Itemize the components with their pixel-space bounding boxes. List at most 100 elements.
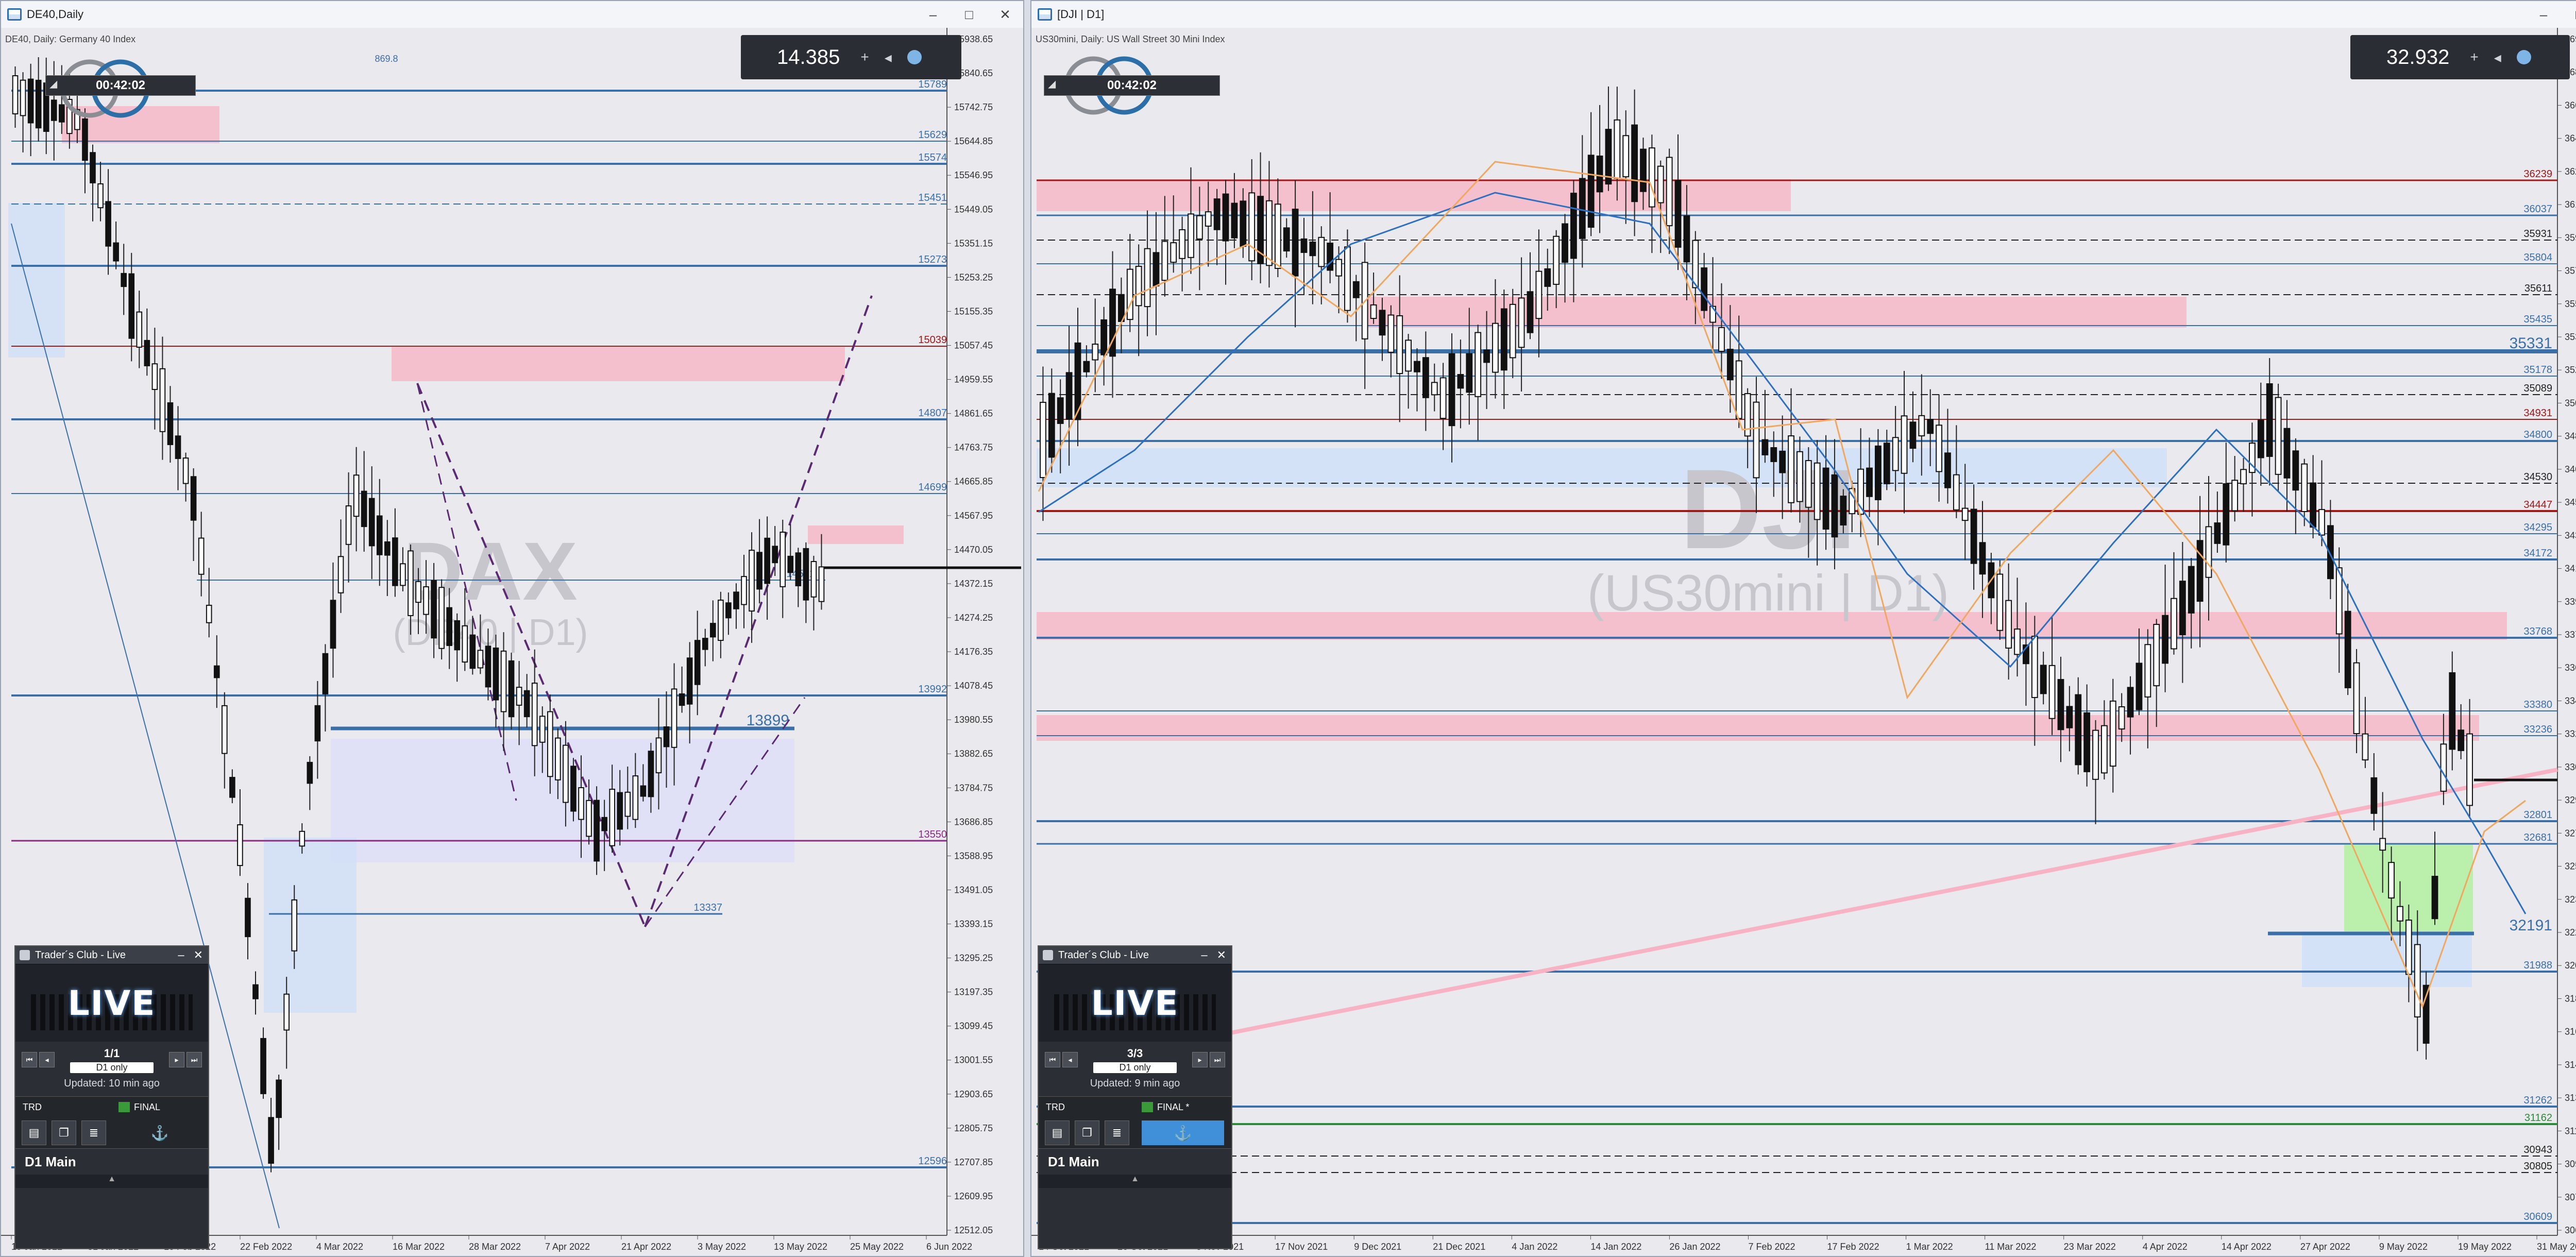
candle-body	[2057, 679, 2064, 731]
spread-plus-icon[interactable]: +	[860, 49, 869, 65]
level-label: 34800	[2523, 429, 2552, 440]
spread-toggle-icon[interactable]	[2516, 50, 2531, 64]
close-button[interactable]: ✕	[987, 1, 1023, 28]
minimize-button[interactable]: –	[2526, 1, 2562, 28]
candle-body	[648, 751, 654, 797]
panel-minimize-button[interactable]: –	[178, 948, 184, 962]
y-tick-label: 33089.03	[2565, 762, 2576, 772]
candle-body	[330, 600, 336, 649]
prev-page-icon[interactable]: ◂	[1062, 1052, 1078, 1067]
candle-body	[563, 744, 569, 803]
windows-icon[interactable]: ❐	[52, 1120, 76, 1145]
panel-close-button[interactable]: ✕	[194, 948, 203, 962]
price-chart-dax[interactable]: DAX (DE40 | D1) 15789 15629 15574 15451 15273 1…	[1, 28, 1023, 1256]
y-tick-label: 32201.88	[2565, 927, 2576, 938]
candle-body	[252, 984, 259, 999]
spread-widget[interactable]: 14.385 + ◂	[741, 35, 961, 79]
dji-chart-svg[interactable]: DJI(US30mini | D1)3623936037359313580435…	[1031, 28, 2576, 1257]
minimize-button[interactable]: –	[915, 1, 951, 28]
spread-left-icon[interactable]: ◂	[2494, 49, 2501, 66]
stack-icon[interactable]: ≣	[1105, 1120, 1129, 1145]
tab-d1-main[interactable]: D1 Main	[1039, 1149, 1231, 1175]
filter-select[interactable]: D1 only	[1093, 1062, 1177, 1073]
level-label: 35178	[2523, 364, 2552, 376]
y-tick-label: 14176.35	[954, 647, 993, 657]
candle-body	[1222, 193, 1229, 242]
candle-body	[2344, 610, 2351, 688]
spread-plus-icon[interactable]: +	[2470, 49, 2478, 65]
level-label: 15574	[918, 152, 947, 163]
candle-body	[322, 653, 329, 694]
y-tick-label: 14274.25	[954, 613, 993, 623]
next-page-icon[interactable]: ▸	[1192, 1052, 1208, 1067]
zone-rect	[1366, 297, 2187, 328]
spread-left-icon[interactable]: ◂	[885, 49, 892, 66]
x-tick-label: 7 Apr 2022	[545, 1242, 590, 1252]
candle-body	[1788, 435, 1794, 503]
traders-club-panel-right[interactable]: Trader´s Club - Live – ✕ LIVE ⏮ ◂ 3/3 D1 o…	[1038, 945, 1232, 1249]
panel-header[interactable]: Trader´s Club - Live – ✕	[15, 946, 208, 964]
tab-expand-icon[interactable]: ▲	[15, 1175, 208, 1188]
panel-header[interactable]: Trader´s Club - Live – ✕	[1039, 946, 1231, 964]
candle-body	[1883, 443, 1890, 484]
windows-icon[interactable]: ❐	[1075, 1120, 1099, 1145]
candle-body	[1309, 241, 1316, 257]
panel-close-button[interactable]: ✕	[1217, 948, 1226, 962]
candle-body	[555, 737, 561, 780]
candle-body	[1657, 165, 1664, 203]
chart-window-dji[interactable]: [DJI | D1] – □ ✕ DJI(US30mini | D1)36239…	[1030, 0, 2576, 1257]
candle-body	[1544, 268, 1551, 287]
stack-icon[interactable]: ≣	[81, 1120, 106, 1145]
candle-body	[415, 581, 421, 603]
x-tick-label: 3 May 2022	[698, 1242, 746, 1252]
level-label: 13337	[693, 902, 722, 913]
candle-body	[718, 599, 724, 641]
candle-body	[1448, 353, 1455, 427]
candle-body	[35, 79, 42, 129]
first-page-icon[interactable]: ⏮	[1045, 1052, 1060, 1067]
candle-body	[1726, 349, 1734, 381]
y-tick-label: 36462.40	[2565, 133, 2576, 144]
candle-body	[190, 476, 197, 521]
chart-window-dax[interactable]: DE40,Daily – □ ✕ DAX (DE40 | D1) 15789 1562…	[0, 0, 1024, 1257]
candle-body	[1248, 192, 1256, 262]
last-page-icon[interactable]: ⏭	[1210, 1052, 1225, 1067]
candle-body	[97, 183, 104, 209]
zone-rect	[392, 347, 845, 381]
last-page-icon[interactable]: ⏭	[187, 1052, 202, 1067]
document-icon[interactable]: ▤	[1045, 1120, 1070, 1145]
first-page-icon[interactable]: ⏮	[22, 1052, 37, 1067]
restore-button[interactable]: □	[951, 1, 987, 28]
anchor-icon[interactable]: ⚓	[1142, 1120, 1224, 1145]
y-tick-label: 32556.34	[2565, 861, 2576, 872]
maximize-button[interactable]: □	[2562, 1, 2576, 28]
window-titlebar[interactable]: DE40,Daily – □ ✕	[1, 1, 1023, 28]
candle-body	[2153, 624, 2160, 687]
candle-body	[1631, 124, 1638, 202]
anchor-icon[interactable]: ⚓	[118, 1120, 201, 1145]
spread-widget[interactable]: 32.932 + ◂	[2350, 35, 2570, 79]
candle-body	[1901, 415, 1908, 474]
window-titlebar[interactable]: [DJI | D1] – □ ✕	[1031, 1, 2576, 28]
filter-select[interactable]: D1 only	[70, 1062, 154, 1073]
tab-d1-main[interactable]: D1 Main	[15, 1149, 208, 1175]
document-icon[interactable]: ▤	[22, 1120, 46, 1145]
prev-page-icon[interactable]: ◂	[39, 1052, 55, 1067]
panel-minimize-button[interactable]: –	[1201, 948, 1207, 962]
traders-club-panel-left[interactable]: Trader´s Club - Live – ✕ LIVE ⏮ ◂ 1/1 D1 o…	[14, 945, 209, 1249]
tab-expand-icon[interactable]: ▲	[1039, 1175, 1231, 1188]
candle-body	[810, 561, 817, 598]
y-tick-label: 15253.25	[954, 272, 993, 282]
candle-body	[2109, 700, 2116, 767]
candle-body	[1518, 297, 1525, 348]
next-page-icon[interactable]: ▸	[169, 1052, 184, 1067]
y-tick-label: 33266.26	[2565, 729, 2576, 739]
y-tick-label: 13980.55	[954, 715, 993, 725]
level-label: 34295	[2523, 522, 2552, 533]
spread-toggle-icon[interactable]	[907, 50, 922, 64]
page-counter: 1/1	[104, 1046, 120, 1060]
y-tick-label: 32024.65	[2565, 960, 2576, 971]
price-chart-dji[interactable]: DJI (US30mini | D1) 36239 36037 35931 35804 35…	[1031, 28, 2576, 1256]
timer-corner-icon: ◢	[50, 79, 57, 89]
candle-body	[1622, 135, 1630, 178]
